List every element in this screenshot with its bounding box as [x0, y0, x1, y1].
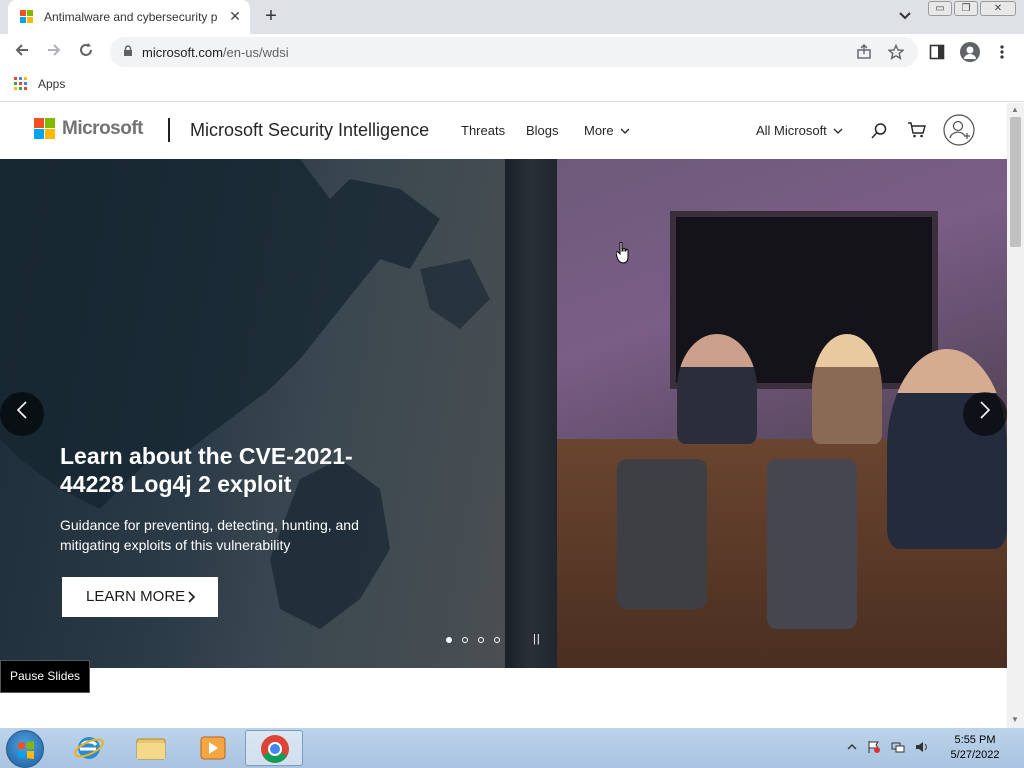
chevron-down-icon	[833, 128, 843, 134]
chevron-down-icon	[620, 128, 630, 134]
carousel-prev-button[interactable]	[0, 392, 44, 436]
chair	[617, 459, 707, 609]
microsoft-logo-icon[interactable]	[34, 118, 56, 140]
windows-logo-icon	[18, 741, 34, 759]
person-icon	[964, 46, 976, 59]
nav-more-label: More	[584, 123, 614, 138]
scroll-up-icon[interactable]: ▲	[1011, 105, 1019, 114]
carousel-dot[interactable]	[494, 637, 500, 643]
folder-icon	[136, 738, 166, 760]
microsoft-favicon-icon	[20, 10, 34, 24]
nav-more[interactable]: More	[584, 123, 630, 138]
share-icon[interactable]	[856, 44, 872, 60]
internet-explorer-icon	[74, 737, 104, 759]
chevron-right-icon	[980, 401, 991, 419]
account-icon[interactable]	[943, 114, 975, 146]
profile-avatar[interactable]	[960, 42, 980, 62]
hero-carousel: Learn about the CVE-2021-44228 Log4j 2 e…	[0, 159, 1007, 668]
apps-grid-icon[interactable]	[14, 77, 28, 91]
back-arrow-icon	[15, 44, 28, 56]
url-path: /en-us/wdsi	[222, 45, 289, 60]
scroll-down-icon[interactable]: ▼	[1011, 715, 1019, 724]
reload-icon	[80, 43, 92, 56]
carousel-dot[interactable]	[478, 637, 484, 643]
tab-search-chevron-icon[interactable]	[896, 8, 914, 24]
person-right	[887, 349, 1007, 549]
address-bar[interactable]: microsoft.com/en-us/wdsi	[110, 37, 918, 67]
pause-slides-tooltip: Pause Slides	[0, 660, 91, 693]
carousel-dot-active[interactable]	[446, 637, 452, 643]
learn-more-label: LEARN MORE	[86, 588, 186, 605]
person-middle	[812, 334, 882, 444]
taskbar-internet-explorer[interactable]	[60, 730, 118, 766]
hero-divider-panel	[505, 159, 557, 668]
search-icon[interactable]	[870, 122, 888, 140]
browser-toolbar: microsoft.com/en-us/wdsi	[0, 34, 1024, 70]
pause-slides-button[interactable]: ||	[533, 633, 541, 645]
new-tab-button[interactable]: +	[260, 5, 282, 28]
person-left	[677, 334, 757, 444]
hand-cursor-icon	[616, 242, 629, 264]
microsoft-wordmark[interactable]: Microsoft	[62, 118, 144, 140]
chrome-icon	[261, 735, 289, 763]
taskbar: 5:55 PM 5/27/2022	[0, 728, 1024, 768]
header-divider	[168, 118, 170, 142]
taskbar-file-explorer[interactable]	[122, 730, 180, 766]
forward-arrow-icon	[48, 44, 61, 56]
window-close-button[interactable]: ✕	[980, 1, 1016, 16]
bookmarks-bar: Apps	[0, 70, 1024, 102]
scrollbar-thumb[interactable]	[1010, 117, 1021, 247]
nav-blogs[interactable]: Blogs	[526, 123, 559, 138]
learn-more-button[interactable]: LEARN MORE	[62, 577, 218, 617]
nav-all-microsoft-label: All Microsoft	[756, 123, 827, 138]
chair	[767, 459, 857, 629]
side-panel-icon[interactable]	[929, 44, 945, 60]
url-domain: microsoft.com	[142, 45, 223, 60]
bookmark-star-icon[interactable]	[888, 44, 904, 60]
network-icon[interactable]	[891, 740, 905, 754]
site-header: Microsoft Microsoft Security Intelligenc…	[0, 103, 1007, 159]
carousel-next-button[interactable]	[963, 392, 1007, 436]
site-title[interactable]: Microsoft Security Intelligence	[190, 120, 429, 141]
clock-time: 5:55 PM	[954, 734, 996, 746]
lock-icon	[124, 45, 132, 56]
back-button[interactable]	[10, 40, 34, 64]
cart-icon[interactable]	[907, 121, 927, 139]
minimize-button[interactable]: ▭	[928, 1, 952, 16]
url-text: microsoft.com/en-us/wdsi	[142, 45, 289, 60]
media-player-icon	[200, 736, 226, 760]
apps-bookmark[interactable]: Apps	[38, 77, 65, 91]
volume-icon[interactable]	[915, 740, 929, 754]
page-scrollbar[interactable]: ▲ ▼	[1007, 103, 1024, 728]
carousel-dot[interactable]	[462, 637, 468, 643]
clock-date: 5/27/2022	[950, 749, 1000, 761]
nav-threats[interactable]: Threats	[461, 123, 505, 138]
nav-all-microsoft[interactable]: All Microsoft	[756, 123, 843, 138]
browser-tab[interactable]: Antimalware and cybersecurity p ✕	[8, 0, 250, 34]
taskbar-chrome[interactable]	[245, 730, 303, 766]
forward-button[interactable]	[42, 40, 66, 64]
chevron-left-icon	[16, 401, 27, 419]
system-clock[interactable]: 5:55 PM 5/27/2022	[940, 733, 1010, 763]
chevron-right-icon	[188, 577, 196, 617]
hero-subtitle: Guidance for preventing, detecting, hunt…	[60, 517, 359, 553]
taskbar-media-player[interactable]	[184, 730, 242, 766]
reload-button[interactable]	[74, 40, 98, 64]
hero-title: Learn about the CVE-2021-44228 Log4j 2 e…	[60, 443, 353, 497]
kebab-menu-icon[interactable]	[996, 44, 1008, 60]
tab-strip: Antimalware and cybersecurity p ✕ + ▭ ❐ …	[0, 0, 1024, 34]
show-hidden-icons[interactable]	[845, 740, 859, 754]
action-center-flag-icon[interactable]	[867, 740, 881, 754]
restore-button[interactable]: ❐	[954, 1, 978, 16]
start-button[interactable]	[6, 730, 44, 768]
hero-meeting-photo	[557, 159, 1007, 668]
page-viewport: Microsoft Microsoft Security Intelligenc…	[0, 103, 1007, 728]
tab-title: Antimalware and cybersecurity p	[44, 10, 218, 24]
tab-close-icon[interactable]: ✕	[226, 7, 244, 25]
